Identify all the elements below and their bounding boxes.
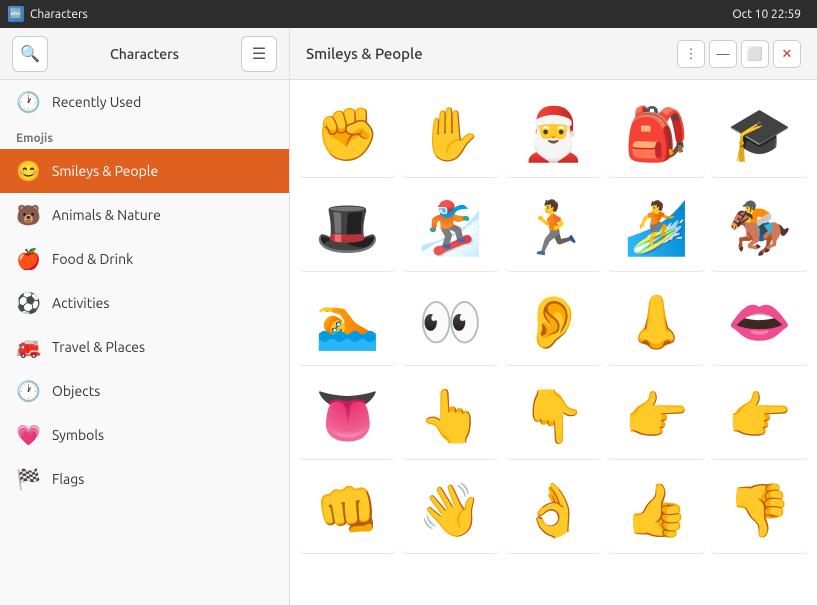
hamburger-icon: ☰ (252, 44, 266, 64)
maximize-button[interactable]: ⬜ (741, 40, 769, 68)
objects-icon: 🕐 (16, 379, 40, 403)
emoji-cell-21[interactable]: 👋 (401, 464, 500, 554)
sidebar-item-symbols[interactable]: 💗 Symbols (0, 413, 289, 457)
emoji-cell-6[interactable]: 🏂 (401, 182, 500, 272)
travel-icon: 🚒 (16, 335, 40, 359)
activities-label: Activities (52, 295, 109, 311)
activities-icon: ⚽ (16, 291, 40, 315)
emoji-cell-17[interactable]: 👇 (504, 370, 603, 460)
emoji-cell-22[interactable]: 👌 (504, 464, 603, 554)
search-icon: 🔍 (20, 44, 40, 64)
objects-label: Objects (52, 383, 100, 399)
emoji-cell-11[interactable]: 👀 (401, 276, 500, 366)
emoji-cell-9[interactable]: 🏇 (710, 182, 809, 272)
sidebar: 🕐 Recently Used Emojis 😊 Smileys & People… (0, 80, 290, 605)
food-label: Food & Drink (52, 251, 133, 267)
close-icon: ✕ (782, 46, 793, 62)
emoji-cell-15[interactable]: 👅 (298, 370, 397, 460)
emoji-cell-14[interactable]: 👄 (710, 276, 809, 366)
emoji-cell-24[interactable]: 👎 (710, 464, 809, 554)
search-button[interactable]: 🔍 (12, 36, 48, 72)
emoji-cell-2[interactable]: 🎅 (504, 88, 603, 178)
emojis-section-header: Emojis (0, 124, 289, 149)
flags-label: Flags (52, 471, 84, 487)
main-window: 🔍 Characters ☰ Smileys & People ⋮ — ⬜ (0, 28, 817, 605)
minimize-icon: — (717, 46, 730, 61)
titlebar-clock: Oct 10 22:59 (732, 8, 801, 21)
sidebar-item-flags[interactable]: 🏁 Flags (0, 457, 289, 501)
animals-icon: 🐻 (16, 203, 40, 227)
sidebar-item-animals[interactable]: 🐻 Animals & Nature (0, 193, 289, 237)
recently-used-label: Recently Used (52, 94, 141, 110)
emoji-cell-19[interactable]: 👉 (710, 370, 809, 460)
left-header: 🔍 Characters ☰ (0, 28, 290, 79)
more-icon: ⋮ (685, 46, 698, 62)
emoji-cell-5[interactable]: 🎩 (298, 182, 397, 272)
more-button[interactable]: ⋮ (677, 40, 705, 68)
symbols-label: Symbols (52, 427, 104, 443)
emoji-cell-18[interactable]: 👉 (607, 370, 706, 460)
emoji-area[interactable]: ✊✋🎅🎒🎓🎩🏂🏃🏄🏇🏊👀👂👃👄👅👆👇👉👉👊👋👌👍👎 (290, 80, 817, 605)
titlebar-title: Characters (30, 8, 732, 21)
emoji-cell-16[interactable]: 👆 (401, 370, 500, 460)
maximize-icon: ⬜ (747, 46, 763, 62)
smileys-icon: 😊 (16, 159, 40, 183)
content-area: 🕐 Recently Used Emojis 😊 Smileys & People… (0, 80, 817, 605)
emoji-cell-4[interactable]: 🎓 (710, 88, 809, 178)
smileys-label: Smileys & People (52, 163, 158, 179)
sidebar-item-objects[interactable]: 🕐 Objects (0, 369, 289, 413)
sidebar-item-travel[interactable]: 🚒 Travel & Places (0, 325, 289, 369)
emoji-cell-1[interactable]: ✋ (401, 88, 500, 178)
emoji-cell-23[interactable]: 👍 (607, 464, 706, 554)
symbols-icon: 💗 (16, 423, 40, 447)
right-header: Smileys & People ⋮ — ⬜ ✕ (290, 28, 817, 79)
close-button[interactable]: ✕ (773, 40, 801, 68)
emoji-cell-7[interactable]: 🏃 (504, 182, 603, 272)
header-row: 🔍 Characters ☰ Smileys & People ⋮ — ⬜ (0, 28, 817, 80)
right-header-title: Smileys & People (306, 45, 423, 62)
minimize-button[interactable]: — (709, 40, 737, 68)
sidebar-items: 😊 Smileys & People 🐻 Animals & Nature 🍎 Food … (0, 149, 289, 501)
emoji-cell-12[interactable]: 👂 (504, 276, 603, 366)
food-icon: 🍎 (16, 247, 40, 271)
travel-label: Travel & Places (52, 339, 145, 355)
app-icon: 🔤 (8, 6, 24, 22)
sidebar-item-smileys[interactable]: 😊 Smileys & People (0, 149, 289, 193)
window-controls: ⋮ — ⬜ ✕ (677, 40, 801, 68)
titlebar: 🔤 Characters Oct 10 22:59 (0, 0, 817, 28)
sidebar-item-food[interactable]: 🍎 Food & Drink (0, 237, 289, 281)
emoji-cell-10[interactable]: 🏊 (298, 276, 397, 366)
sidebar-item-recently-used[interactable]: 🕐 Recently Used (0, 80, 289, 124)
emoji-grid: ✊✋🎅🎒🎓🎩🏂🏃🏄🏇🏊👀👂👃👄👅👆👇👉👉👊👋👌👍👎 (298, 88, 809, 554)
emoji-cell-20[interactable]: 👊 (298, 464, 397, 554)
emoji-cell-0[interactable]: ✊ (298, 88, 397, 178)
menu-button[interactable]: ☰ (241, 36, 277, 72)
flags-icon: 🏁 (16, 467, 40, 491)
animals-label: Animals & Nature (52, 207, 161, 223)
sidebar-item-activities[interactable]: ⚽ Activities (0, 281, 289, 325)
left-header-title: Characters (58, 46, 231, 62)
clock-icon: 🕐 (16, 90, 40, 114)
emoji-cell-3[interactable]: 🎒 (607, 88, 706, 178)
emoji-cell-8[interactable]: 🏄 (607, 182, 706, 272)
emoji-cell-13[interactable]: 👃 (607, 276, 706, 366)
